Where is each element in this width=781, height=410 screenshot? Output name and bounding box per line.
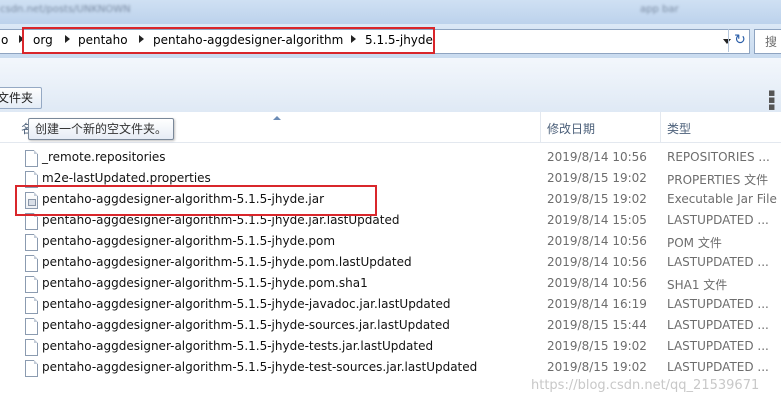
new-folder-tooltip: 创建一个新的空文件夹。 xyxy=(28,118,175,140)
file-icon xyxy=(25,276,38,293)
file-name: pentaho-aggdesigner-algorithm-5.1.5-jhyd… xyxy=(42,360,478,374)
file-name: m2e-lastUpdated.properties xyxy=(42,171,211,185)
file-date: 2019/8/15 19:02 xyxy=(547,192,647,206)
file-date: 2019/8/14 10:56 xyxy=(547,234,647,248)
file-date: 2019/8/15 19:02 xyxy=(547,360,647,374)
file-name: pentaho-aggdesigner-algorithm-5.1.5-jhyd… xyxy=(42,255,412,269)
file-name: pentaho-aggdesigner-algorithm-5.1.5-jhyd… xyxy=(42,276,368,290)
refresh-icon[interactable]: ↻ xyxy=(728,29,751,52)
file-date: 2019/8/14 15:05 xyxy=(547,213,647,227)
file-date: 2019/8/14 10:56 xyxy=(547,276,647,290)
file-type: POM 文件 xyxy=(667,236,722,250)
file-type: LASTUPDATED ... xyxy=(667,360,769,374)
file-icon xyxy=(25,297,38,314)
file-row[interactable]: pentaho-aggdesigner-algorithm-5.1.5-jhyd… xyxy=(0,295,781,316)
column-divider[interactable] xyxy=(540,112,541,142)
file-type: LASTUPDATED ... xyxy=(667,255,769,269)
search-input[interactable]: 搜 xyxy=(754,29,781,54)
file-type: LASTUPDATED ... xyxy=(667,213,769,227)
file-name: pentaho-aggdesigner-algorithm-5.1.5-jhyd… xyxy=(42,297,451,311)
highlight-box-jar xyxy=(15,185,377,216)
file-row[interactable]: _remote.repositories 2019/8/14 10:56 REP… xyxy=(0,148,781,169)
search-placeholder: 搜 xyxy=(765,35,778,49)
file-name: pentaho-aggdesigner-algorithm-5.1.5-jhyd… xyxy=(42,339,434,353)
file-type: LASTUPDATED ... xyxy=(667,339,769,353)
blurred-title-right: app bar xyxy=(640,4,679,15)
file-row[interactable]: pentaho-aggdesigner-algorithm-5.1.5-jhyd… xyxy=(0,316,781,337)
file-date: 2019/8/14 16:19 xyxy=(547,297,647,311)
file-type: LASTUPDATED ... xyxy=(667,318,769,332)
sort-arrow-icon xyxy=(273,116,281,120)
file-type: SHA1 文件 xyxy=(667,278,728,292)
column-header-modified[interactable]: 修改日期 xyxy=(547,120,595,137)
highlight-box-path xyxy=(22,27,435,54)
file-row[interactable]: pentaho-aggdesigner-algorithm-5.1.5-jhyd… xyxy=(0,274,781,295)
file-icon xyxy=(25,150,38,167)
file-icon xyxy=(25,339,38,356)
file-date: 2019/8/15 19:02 xyxy=(547,339,647,353)
file-row[interactable]: pentaho-aggdesigner-algorithm-5.1.5-jhyd… xyxy=(0,232,781,253)
file-date: 2019/8/14 10:56 xyxy=(547,150,647,164)
file-row[interactable]: pentaho-aggdesigner-algorithm-5.1.5-jhyd… xyxy=(0,253,781,274)
file-type: PROPERTIES 文件 xyxy=(667,173,769,187)
file-date: 2019/8/14 10:56 xyxy=(547,255,647,269)
watermark-text: https://blog.csdn.net/qq_21539671 xyxy=(531,378,760,393)
file-icon xyxy=(25,318,38,335)
file-type: Executable Jar File xyxy=(667,192,777,206)
view-options-icon[interactable]: ▪ ▪ ▪ xyxy=(768,87,775,112)
file-date: 2019/8/15 19:02 xyxy=(547,171,647,185)
column-divider[interactable] xyxy=(660,112,661,142)
blurred-title-text: csdn.net/posts/UNKNOWN xyxy=(0,4,131,15)
file-row[interactable]: pentaho-aggdesigner-algorithm-5.1.5-jhyd… xyxy=(0,337,781,358)
file-date: 2019/8/15 15:44 xyxy=(547,318,647,332)
file-icon xyxy=(25,255,38,272)
new-folder-button[interactable]: 文件夹 xyxy=(0,87,42,109)
column-header-type[interactable]: 类型 xyxy=(667,120,691,137)
file-icon xyxy=(25,234,38,251)
file-icon xyxy=(25,360,38,377)
file-type: REPOSITORIES ... xyxy=(667,150,770,164)
breadcrumb-root[interactable]: o xyxy=(1,33,8,47)
file-type: LASTUPDATED ... xyxy=(667,297,769,311)
command-toolbar: 文件夹 ▪ ▪ ▪ xyxy=(0,58,781,113)
file-name: pentaho-aggdesigner-algorithm-5.1.5-jhyd… xyxy=(42,318,450,332)
file-row[interactable]: pentaho-aggdesigner-algorithm-5.1.5-jhyd… xyxy=(0,358,781,379)
window-title-bar: csdn.net/posts/UNKNOWN app bar xyxy=(0,0,781,24)
file-name: pentaho-aggdesigner-algorithm-5.1.5-jhyd… xyxy=(42,234,336,248)
file-name: _remote.repositories xyxy=(42,150,166,164)
